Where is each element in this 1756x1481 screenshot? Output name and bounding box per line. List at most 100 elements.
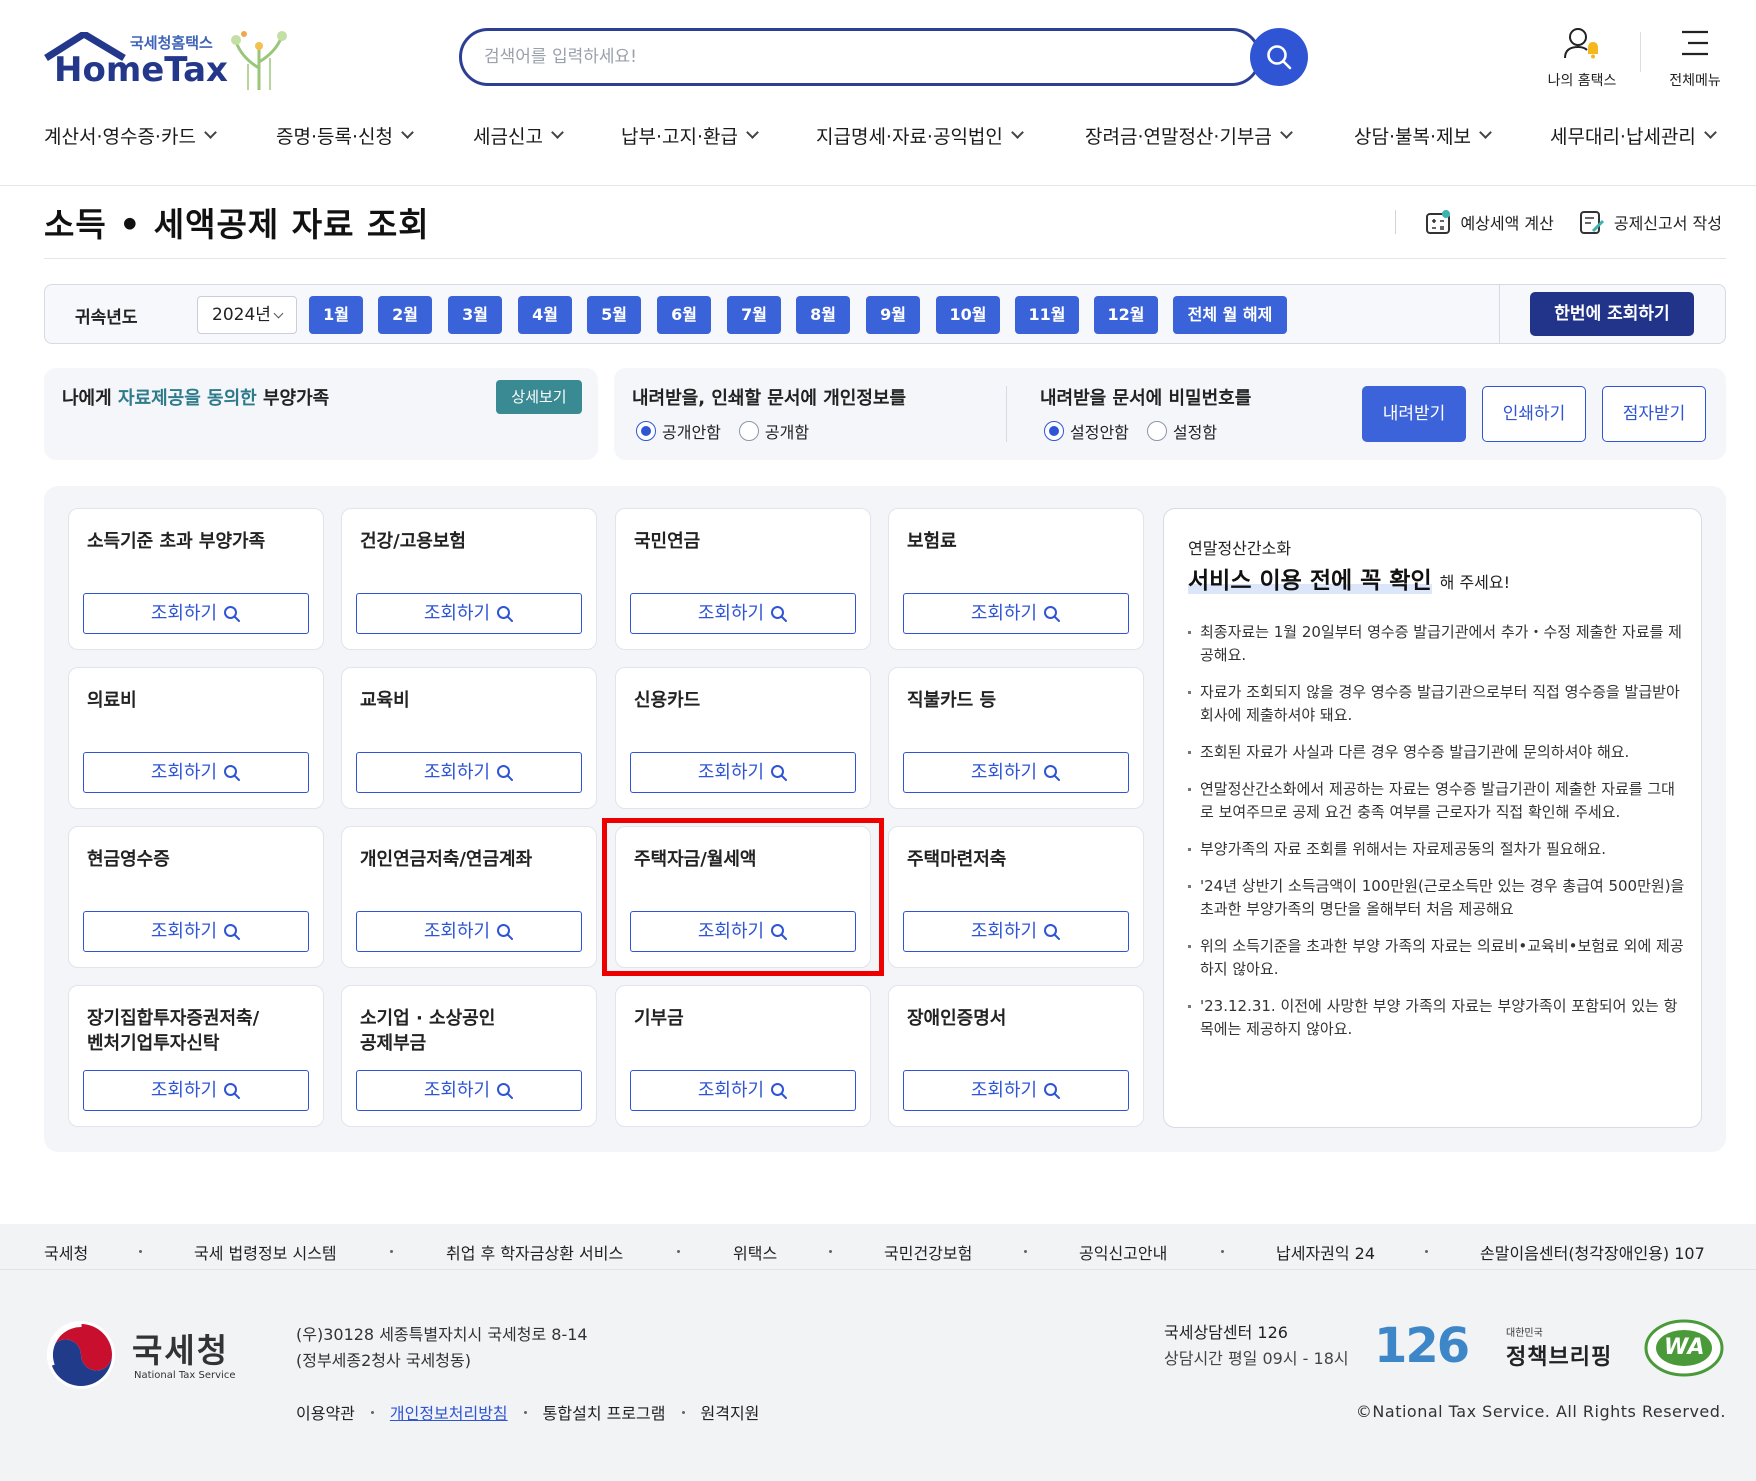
query-button[interactable]: 조회하기 [903, 752, 1129, 793]
month-button-5[interactable]: 5월 [587, 296, 641, 334]
query-button[interactable]: 조회하기 [83, 593, 309, 634]
footer-link-nhis[interactable]: 국민건강보험 [884, 1240, 972, 1264]
gnb-item-tax-agent[interactable]: 세무대리·납세관리 [1550, 122, 1717, 149]
month-button-6[interactable]: 6월 [657, 296, 711, 334]
query-button[interactable]: 조회하기 [83, 911, 309, 952]
search-bar [459, 28, 1261, 86]
clear-all-months-button[interactable]: 전체 월 해제 [1173, 296, 1287, 334]
privacy-hide-radio[interactable] [636, 421, 656, 441]
search-icon [497, 1082, 514, 1099]
main-navigation: 계산서·영수증·카드 증명·등록·신청 세금신고 납부·고지·환급 지급명세·자… [0, 122, 1756, 158]
hometax-logo[interactable]: 국세청홈택스 HomeTax [44, 28, 294, 92]
privacy-policy-link[interactable]: 개인정보처리방침 [390, 1400, 508, 1424]
query-button-label: 조회하기 [150, 603, 218, 624]
password-on-radio[interactable] [1146, 421, 1167, 441]
estimate-tax-button[interactable]: 예상세액 계산 [1424, 208, 1554, 236]
password-off-radio[interactable] [1044, 421, 1064, 441]
month-button-8[interactable]: 8월 [796, 296, 850, 334]
notice-item: 위의 소득기준을 초과한 부양 가족의 자료는 의료비•교육비•보험료 외에 제… [1188, 935, 1688, 981]
deduction-card-title: 주택마련저축 [907, 849, 1007, 870]
query-button[interactable]: 조회하기 [903, 911, 1129, 952]
search-input[interactable] [484, 41, 1164, 73]
dependents-panel: 나에게 자료제공을 동의한 부양가족 상세보기 [44, 368, 598, 460]
query-button-label: 조회하기 [970, 603, 1038, 624]
my-hometax-button[interactable]: 나의 홈택스 [1540, 26, 1624, 90]
gnb-item-payment[interactable]: 납부·고지·환급 [621, 122, 759, 149]
search-button[interactable] [1250, 28, 1308, 86]
footer-link-wetax[interactable]: 위택스 [733, 1240, 777, 1264]
nts-logo: 국세청 National Tax Service [44, 1318, 235, 1392]
year-select[interactable]: 2024년 [197, 296, 297, 334]
privacy-radio-group: 공개안함 공개함 [636, 419, 809, 443]
gnb-item-consult[interactable]: 상담·불복·제보 [1354, 122, 1492, 149]
query-button[interactable]: 조회하기 [356, 593, 582, 634]
web-accessibility-badge[interactable]: WA [1642, 1318, 1726, 1378]
gnb-item-invoices[interactable]: 계산서·영수증·카드 [44, 122, 217, 149]
remote-support-link[interactable]: 원격지원 [701, 1400, 760, 1424]
header-divider [1640, 32, 1641, 72]
all-menu-button[interactable]: 전체메뉴 [1660, 26, 1730, 90]
download-button[interactable]: 내려받기 [1362, 386, 1466, 442]
notice-item: '23.12.31. 이전에 사망한 부양 가족의 자료는 부양가족이 포함되어… [1188, 995, 1688, 1041]
month-button-11[interactable]: 11월 [1015, 296, 1079, 334]
footer-link-student-loan[interactable]: 취업 후 학자금상환 서비스 [446, 1240, 623, 1264]
password-off-label: 설정안함 [1070, 423, 1129, 442]
write-deduction-form-button[interactable]: 공제신고서 작성 [1578, 208, 1722, 236]
query-button[interactable]: 조회하기 [356, 911, 582, 952]
deduction-card-title: 의료비 [87, 690, 137, 711]
month-button-3[interactable]: 3월 [448, 296, 502, 334]
install-program-link[interactable]: 통합설치 프로그램 [543, 1400, 666, 1424]
query-button[interactable]: 조회하기 [83, 1070, 309, 1111]
search-icon [1044, 923, 1061, 940]
print-button[interactable]: 인쇄하기 [1482, 386, 1586, 442]
query-button[interactable]: 조회하기 [356, 752, 582, 793]
query-button[interactable]: 조회하기 [83, 752, 309, 793]
call-126-badge[interactable]: 126 [1374, 1318, 1470, 1374]
gnb-item-statements[interactable]: 지급명세·자료·공익법인 [816, 122, 1024, 149]
query-button[interactable]: 조회하기 [903, 593, 1129, 634]
footer-dot [370, 1410, 374, 1414]
deduction-card-title: 개인연금저축/연금계좌 [360, 849, 533, 870]
month-button-4[interactable]: 4월 [518, 296, 572, 334]
query-button[interactable]: 조회하기 [903, 1070, 1129, 1111]
query-button[interactable]: 조회하기 [630, 593, 856, 634]
query-button-label: 조회하기 [423, 1080, 491, 1101]
footer-link-taxpayer-rights[interactable]: 납세자권익 24 [1276, 1240, 1375, 1264]
footer-link-law[interactable]: 국세 법령정보 시스템 [194, 1240, 337, 1264]
query-button[interactable]: 조회하기 [630, 752, 856, 793]
query-button-label: 조회하기 [150, 921, 218, 942]
gnb-item-tax-filing[interactable]: 세금신고 [473, 122, 564, 149]
month-button-7[interactable]: 7월 [727, 296, 781, 334]
address-line-1: (우)30128 세종특별자치시 국세청로 8-14 [296, 1325, 588, 1344]
copyright: ©National Tax Service. All Rights Reserv… [1355, 1402, 1726, 1421]
terms-link[interactable]: 이용약관 [296, 1400, 355, 1424]
query-all-button[interactable]: 한번에 조회하기 [1530, 292, 1694, 336]
query-button[interactable]: 조회하기 [356, 1070, 582, 1111]
deduction-card: 소득기준 초과 부양가족 조회하기 [68, 508, 324, 650]
braille-button[interactable]: 점자받기 [1602, 386, 1706, 442]
policy-briefing-badge[interactable]: 대한민국 정책브리핑 [1506, 1324, 1626, 1374]
footer-dot [523, 1410, 527, 1414]
deduction-card-title: 신용카드 [634, 690, 701, 711]
deduction-card-title: 장기집합투자증권저축/ 벤처기업투자신탁 [87, 1008, 260, 1054]
footer-link-nts[interactable]: 국세청 [44, 1240, 88, 1264]
month-button-1[interactable]: 1월 [309, 296, 363, 334]
month-button-10[interactable]: 10월 [936, 296, 1000, 334]
query-button[interactable]: 조회하기 [630, 1070, 856, 1111]
query-button-label: 조회하기 [970, 1080, 1038, 1101]
footer-link-sign-center[interactable]: 손말이음센터(청각장애인용) 107 [1480, 1240, 1705, 1264]
deduction-card-title: 장애인증명서 [907, 1008, 1007, 1029]
month-button-2[interactable]: 2월 [378, 296, 432, 334]
privacy-option-title: 내려받을, 인쇄할 문서에 개인정보를 [632, 388, 907, 409]
privacy-show-radio[interactable] [738, 421, 759, 441]
gnb-label: 납부·고지·환급 [621, 126, 738, 148]
month-button-9[interactable]: 9월 [866, 296, 920, 334]
footer-link-whistleblower[interactable]: 공익신고안내 [1079, 1240, 1167, 1264]
dependents-detail-button[interactable]: 상세보기 [496, 380, 582, 414]
gnb-item-certificates[interactable]: 증명·등록·신청 [276, 122, 414, 149]
policy-briefing-main: 정책브리핑 [1506, 1345, 1613, 1370]
chevron-down-icon [1011, 126, 1024, 139]
month-button-12[interactable]: 12월 [1094, 296, 1158, 334]
form-edit-icon [1579, 211, 1604, 234]
gnb-item-year-end[interactable]: 장려금·연말정산·기부금 [1085, 122, 1293, 149]
